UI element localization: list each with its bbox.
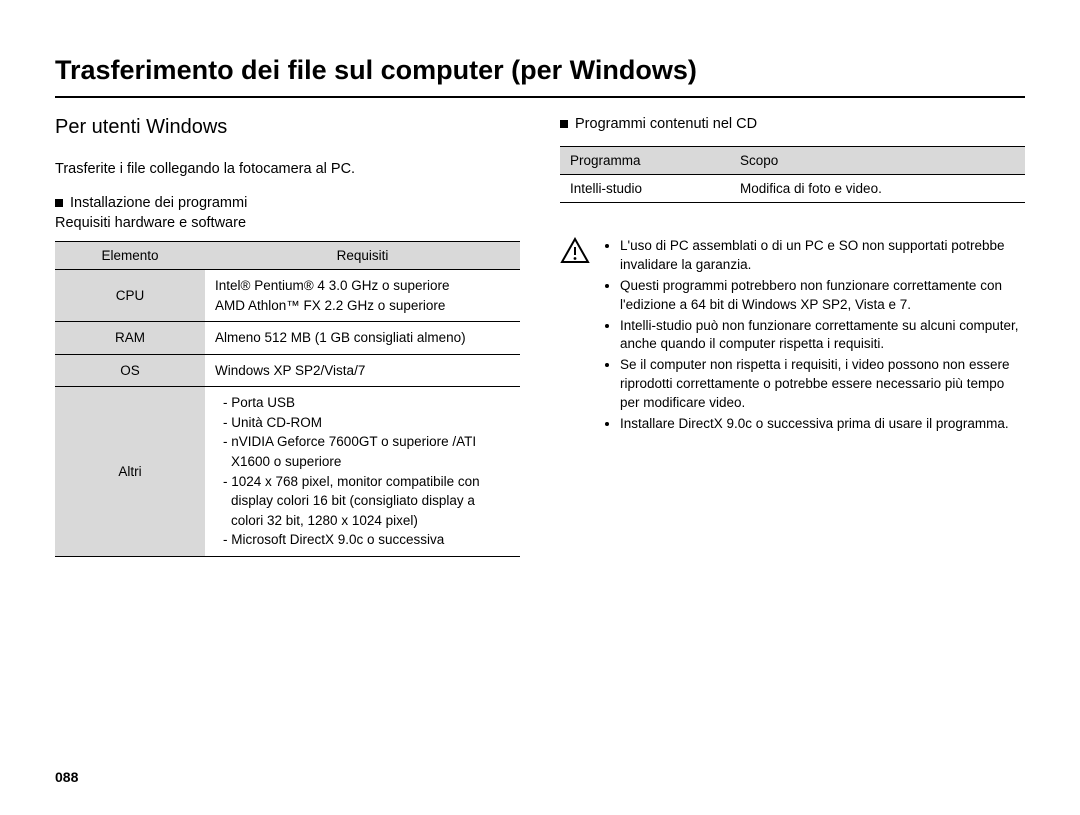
list-item: Se il computer non rispetta i requisiti,… [620, 356, 1025, 413]
programs-table: Programma Scopo Intelli-studio Modifica … [560, 146, 1025, 203]
list-item: - 1024 x 768 pixel, monitor compatibile … [223, 472, 510, 531]
list-item: L'uso di PC assemblati o di un PC e SO n… [620, 237, 1025, 275]
warning-triangle-icon [560, 237, 590, 265]
install-heading: Installazione dei programmi [55, 195, 520, 211]
list-item: - Microsoft DirectX 9.0c o successiva [223, 530, 510, 550]
altri-list: - Porta USB - Unità CD-ROM - nVIDIA Gefo… [215, 393, 510, 550]
warning-icon-wrap [560, 237, 592, 436]
install-heading-text: Installazione dei programmi [70, 195, 247, 211]
left-column: Per utenti Windows Trasferite i file col… [55, 116, 520, 557]
th-scopo: Scopo [730, 147, 1025, 175]
section-subtitle: Per utenti Windows [55, 116, 520, 139]
list-item: Installare DirectX 9.0c o successiva pri… [620, 415, 1025, 434]
cell-ram-label: RAM [55, 322, 205, 355]
cell-altri-label: Altri [55, 387, 205, 557]
th-programma: Programma [560, 147, 730, 175]
cell-cpu-label: CPU [55, 270, 205, 322]
cd-heading: Programmi contenuti nel CD [560, 116, 1025, 132]
manual-page: Trasferimento dei file sul computer (per… [0, 0, 1080, 815]
list-item: - Unità CD-ROM [223, 413, 510, 433]
th-requisiti: Requisiti [205, 242, 520, 270]
warning-list: L'uso di PC assemblati o di un PC e SO n… [606, 237, 1025, 436]
table-row: Intelli-studio Modifica di foto e video. [560, 175, 1025, 203]
two-column-layout: Per utenti Windows Trasferite i file col… [55, 116, 1025, 557]
table-row: Altri - Porta USB - Unità CD-ROM - nVIDI… [55, 387, 520, 557]
cell-cpu-value: Intel® Pentium® 4 3.0 GHz o superiore AM… [205, 270, 520, 322]
install-subheading: Requisiti hardware e software [55, 215, 520, 231]
cell-os-label: OS [55, 354, 205, 387]
requirements-table: Elemento Requisiti CPU Intel® Pentium® 4… [55, 241, 520, 557]
page-number: 088 [55, 769, 78, 785]
th-elemento: Elemento [55, 242, 205, 270]
cell-altri-value: - Porta USB - Unità CD-ROM - nVIDIA Gefo… [205, 387, 520, 557]
page-title: Trasferimento dei file sul computer (per… [55, 55, 1025, 98]
cell-ram-value: Almeno 512 MB (1 GB consigliati almeno) [205, 322, 520, 355]
cell-scope: Modifica di foto e video. [730, 175, 1025, 203]
square-bullet-icon [55, 199, 63, 207]
square-bullet-icon [560, 120, 568, 128]
cell-os-value: Windows XP SP2/Vista/7 [205, 354, 520, 387]
right-column: Programmi contenuti nel CD Programma Sco… [560, 116, 1025, 557]
list-item: Intelli-studio può non funzionare corret… [620, 317, 1025, 355]
lead-text: Trasferite i file collegando la fotocame… [55, 161, 520, 177]
table-row: RAM Almeno 512 MB (1 GB consigliati alme… [55, 322, 520, 355]
cd-heading-text: Programmi contenuti nel CD [575, 116, 757, 132]
list-item: - Porta USB [223, 393, 510, 413]
list-item: - nVIDIA Geforce 7600GT o superiore /ATI… [223, 432, 510, 471]
table-row: CPU Intel® Pentium® 4 3.0 GHz o superior… [55, 270, 520, 322]
table-row: OS Windows XP SP2/Vista/7 [55, 354, 520, 387]
list-item: Questi programmi potrebbero non funziona… [620, 277, 1025, 315]
cell-program: Intelli-studio [560, 175, 730, 203]
warning-box: L'uso di PC assemblati o di un PC e SO n… [560, 237, 1025, 436]
